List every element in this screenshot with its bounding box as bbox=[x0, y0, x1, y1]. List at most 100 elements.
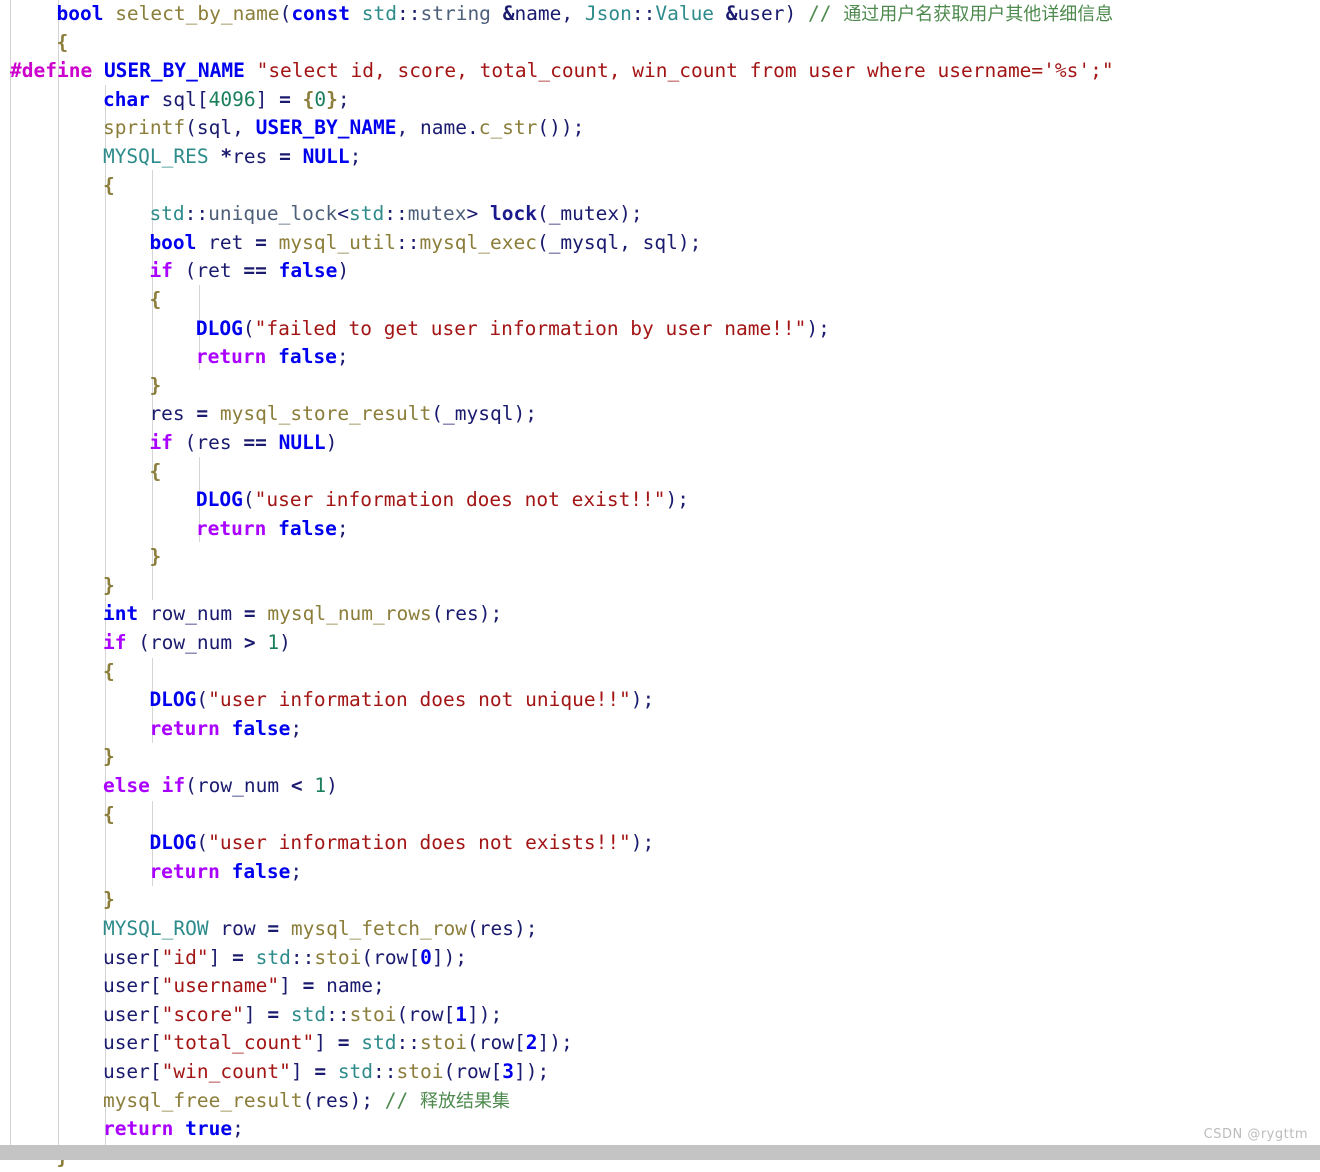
code-line[interactable]: { bbox=[0, 801, 1320, 830]
code-line[interactable]: char sql[4096] = {0}; bbox=[0, 86, 1320, 115]
code-token: sql bbox=[161, 87, 197, 111]
code-line[interactable]: } bbox=[0, 743, 1320, 772]
code-line[interactable]: if (ret == false) bbox=[0, 257, 1320, 286]
code-token: ; bbox=[290, 859, 303, 883]
code-token: std bbox=[349, 202, 385, 226]
code-line[interactable]: user["win_count"] = std::stoi(row[3]); bbox=[0, 1058, 1320, 1087]
code-line[interactable]: { bbox=[0, 458, 1320, 487]
code-token: stoi bbox=[349, 1002, 397, 1026]
code-token: ( bbox=[185, 116, 197, 140]
code-line[interactable]: } bbox=[0, 572, 1320, 601]
code-line[interactable]: return false; bbox=[0, 715, 1320, 744]
code-line[interactable]: { bbox=[0, 172, 1320, 201]
code-token: // bbox=[384, 1088, 420, 1112]
code-token: ); bbox=[806, 316, 830, 340]
code-token: sql bbox=[196, 116, 233, 140]
code-line[interactable]: bool ret = mysql_util::mysql_exec(_mysql… bbox=[0, 229, 1320, 258]
code-line[interactable]: return false; bbox=[0, 343, 1320, 372]
code-token: < bbox=[290, 774, 303, 798]
code-token: ret bbox=[208, 230, 244, 254]
code-token: std bbox=[337, 1059, 374, 1083]
code-line[interactable]: mysql_free_result(res); // 释放结果集 bbox=[0, 1087, 1320, 1116]
code-line[interactable]: user["total_count"] = std::stoi(row[2]); bbox=[0, 1029, 1320, 1058]
code-token: "total_count" bbox=[161, 1031, 315, 1055]
code-token: [ bbox=[149, 1031, 162, 1055]
code-token: == bbox=[243, 430, 267, 454]
code-token: "score" bbox=[161, 1002, 244, 1026]
code-token: ] bbox=[290, 1059, 303, 1083]
code-line[interactable]: MYSQL_ROW row = mysql_fetch_row(res); bbox=[0, 915, 1320, 944]
code-line[interactable]: { bbox=[0, 286, 1320, 315]
code-line[interactable]: return false; bbox=[0, 515, 1320, 544]
code-token: = bbox=[243, 602, 256, 626]
code-line[interactable]: DLOG("user information does not exists!!… bbox=[0, 829, 1320, 858]
code-line[interactable]: DLOG("user information does not exist!!"… bbox=[0, 486, 1320, 515]
code-token: ]); bbox=[513, 1059, 550, 1083]
code-line[interactable]: return false; bbox=[0, 858, 1320, 887]
code-token: > bbox=[466, 202, 479, 226]
code-token: ( bbox=[184, 430, 197, 454]
code-line[interactable]: else if(row_num < 1) bbox=[0, 772, 1320, 801]
code-line[interactable]: std::unique_lock<std::mutex> lock(_mutex… bbox=[0, 200, 1320, 229]
code-token: 0 bbox=[314, 87, 327, 111]
code-token: ( bbox=[466, 1031, 479, 1055]
code-token: [ bbox=[490, 1059, 503, 1083]
code-token: ( bbox=[242, 488, 255, 512]
code-token: :: bbox=[396, 1031, 421, 1055]
code-token: ) bbox=[784, 2, 797, 25]
code-line[interactable]: bool select_by_name(const std::string &n… bbox=[0, 0, 1320, 29]
code-token: = bbox=[279, 87, 291, 111]
code-editor-viewport: bool select_by_name(const std::string &n… bbox=[0, 0, 1320, 1169]
code-line[interactable]: DLOG("user information does not unique!!… bbox=[0, 686, 1320, 715]
code-line[interactable]: res = mysql_store_result(_mysql); bbox=[0, 400, 1320, 429]
code-token: false bbox=[231, 859, 291, 883]
code-token: :: bbox=[184, 202, 209, 226]
code-line[interactable]: user["score"] = std::stoi(row[1]); bbox=[0, 1001, 1320, 1030]
code-token: DLOG bbox=[149, 831, 197, 855]
code-token: ( bbox=[138, 631, 150, 655]
code-line[interactable]: #define USER_BY_NAME "select id, score, … bbox=[0, 57, 1320, 86]
code-line[interactable]: user["id"] = std::stoi(row[0]); bbox=[0, 944, 1320, 973]
code-line[interactable]: if (res == NULL) bbox=[0, 429, 1320, 458]
code-token: = bbox=[279, 144, 291, 168]
code-token: 3 bbox=[502, 1059, 514, 1083]
code-token: ); bbox=[619, 202, 643, 226]
code-token: == bbox=[243, 259, 267, 283]
code-token: ); bbox=[630, 688, 655, 712]
code-token: ( bbox=[361, 945, 374, 969]
code-line[interactable]: user["username"] = name; bbox=[0, 972, 1320, 1001]
code-token: } bbox=[102, 745, 115, 769]
code-line[interactable]: DLOG("failed to get user information by … bbox=[0, 315, 1320, 344]
code-line[interactable]: } bbox=[0, 372, 1320, 401]
code-token: { bbox=[149, 459, 162, 483]
code-line[interactable]: } bbox=[0, 543, 1320, 572]
code-token: USER_BY_NAME bbox=[255, 116, 397, 140]
code-token: [ bbox=[408, 945, 421, 969]
code-token: #define bbox=[10, 59, 93, 83]
code-line[interactable]: int row_num = mysql_num_rows(res); bbox=[0, 600, 1320, 629]
code-token: ( bbox=[185, 774, 197, 798]
code-token: ] bbox=[279, 974, 291, 998]
code-line[interactable]: { bbox=[0, 658, 1320, 687]
code-line[interactable]: return true; bbox=[0, 1115, 1320, 1144]
code-block[interactable]: bool select_by_name(const std::string &n… bbox=[0, 0, 1320, 1172]
code-token: , bbox=[232, 116, 256, 140]
code-token: ] bbox=[314, 1031, 327, 1055]
code-token: false bbox=[278, 345, 337, 369]
code-line[interactable]: } bbox=[0, 886, 1320, 915]
code-token: "failed to get user information by user … bbox=[254, 316, 807, 340]
code-line[interactable]: if (row_num > 1) bbox=[0, 629, 1320, 658]
code-line[interactable]: MYSQL_RES *res = NULL; bbox=[0, 143, 1320, 172]
horizontal-scrollbar[interactable] bbox=[0, 1145, 1320, 1160]
code-line[interactable]: { bbox=[0, 29, 1320, 58]
code-token: user bbox=[737, 2, 785, 25]
code-token: ( bbox=[242, 316, 255, 340]
code-line[interactable]: sprintf(sql, USER_BY_NAME, name.c_str())… bbox=[0, 114, 1320, 143]
